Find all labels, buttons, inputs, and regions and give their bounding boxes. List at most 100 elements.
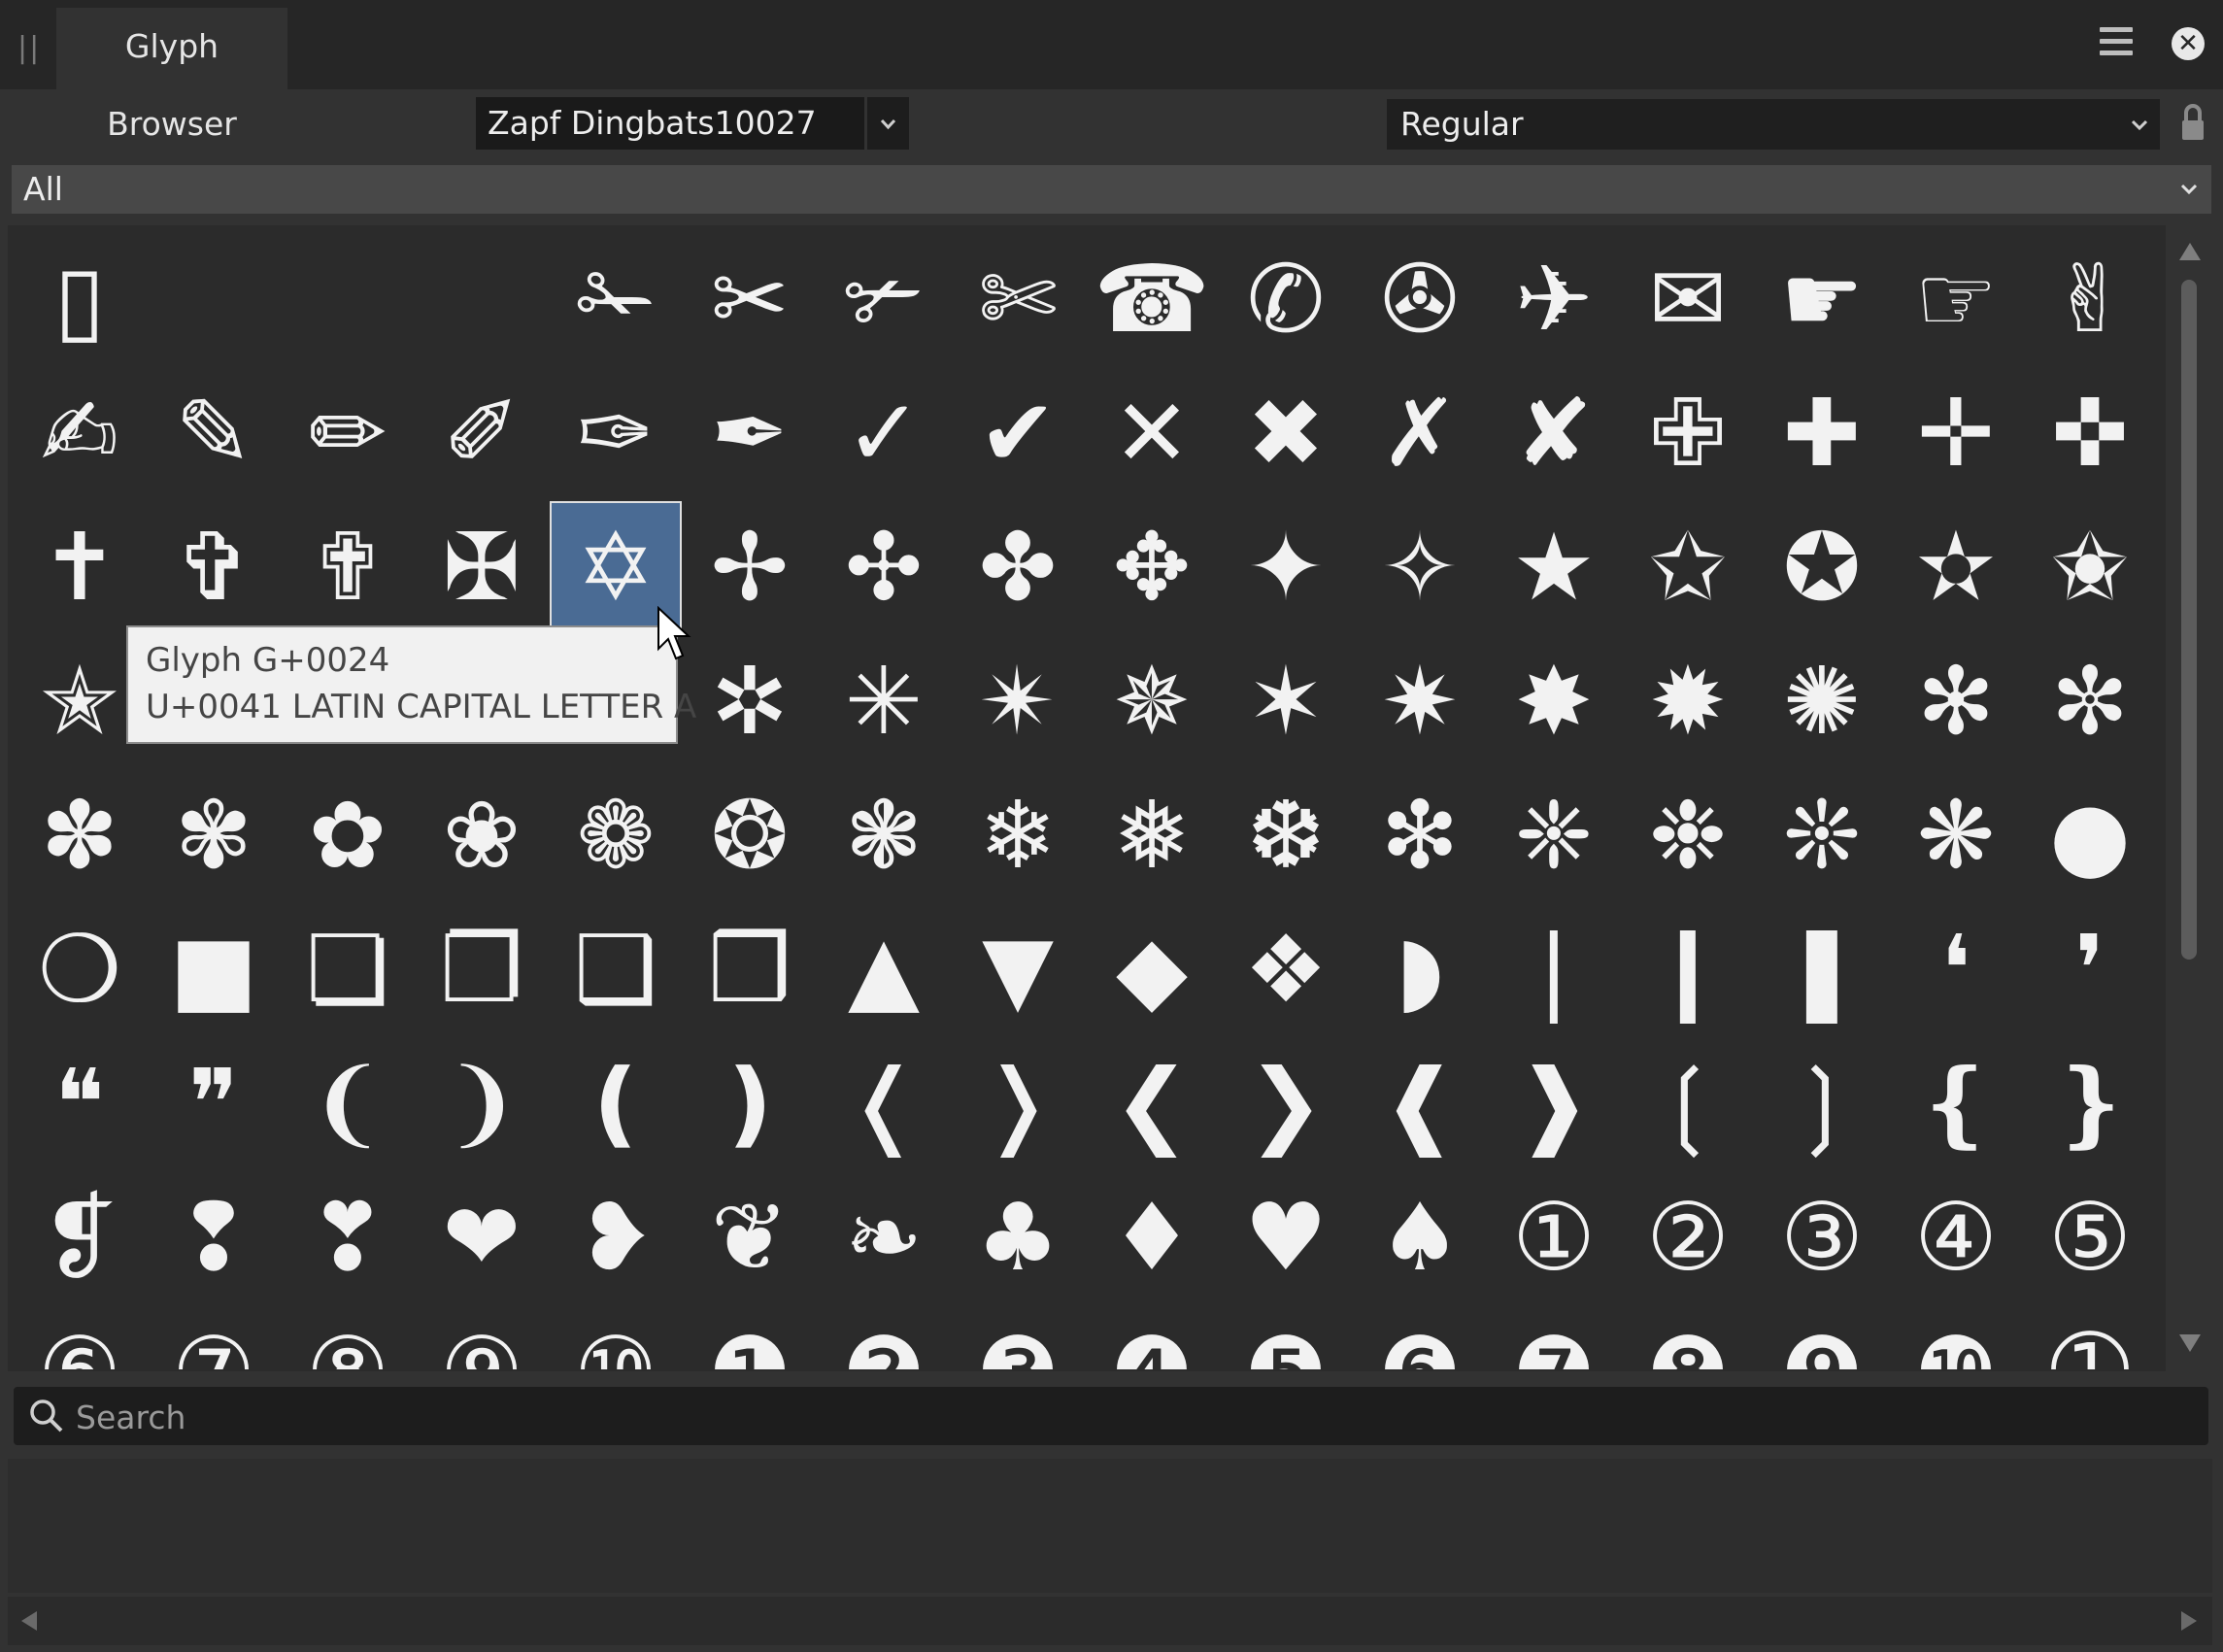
glyph-cell[interactable]: ❨ (282, 1037, 414, 1169)
glyph-cell[interactable]: ✷ (1354, 635, 1486, 767)
glyph-cell[interactable]: ♣ (952, 1171, 1084, 1303)
glyph-cell[interactable]: ✇ (1354, 233, 1486, 365)
glyph-cell[interactable]: ❒ (684, 903, 816, 1035)
chevron-down-icon[interactable] (867, 97, 909, 150)
glyph-cell[interactable]: ✎ (148, 367, 280, 499)
glyph-cell[interactable]: ❼ (1488, 1305, 1620, 1369)
chevron-down-icon[interactable] (2170, 165, 2208, 214)
glyph-cell[interactable]: ✹ (1622, 635, 1754, 767)
glyph-cell[interactable]: ✘ (1488, 367, 1620, 499)
glyph-cell[interactable]: ✈ (1488, 233, 1620, 365)
glyph-cell[interactable]: ▼ (952, 903, 1084, 1035)
glyph-cell[interactable]: ✌ (2024, 233, 2156, 365)
glyph-cell[interactable]: ✦ (1220, 501, 1352, 633)
glyph-cell[interactable]: ✽ (14, 769, 146, 901)
glyph-cell[interactable]: ☞ (1890, 233, 2022, 365)
glyph-cell[interactable]: ◆ (1086, 903, 1218, 1035)
glyph-cell[interactable]: ❷ (818, 1305, 950, 1369)
glyph-cell[interactable]: ✏ (282, 367, 414, 499)
horizontal-scrollbar[interactable] (8, 1597, 2212, 1645)
glyph-cell[interactable]: ❇ (1354, 769, 1486, 901)
glyph-cell[interactable]: ⑨ (416, 1305, 548, 1369)
glyph-cell[interactable]: ❱ (1488, 1037, 1620, 1169)
glyph-cell[interactable]: ✴ (952, 635, 1084, 767)
close-icon[interactable]: ✕ (2172, 27, 2205, 60)
glyph-cell[interactable]: ❮ (1086, 1037, 1218, 1169)
glyph-cell[interactable]: ✝ (14, 501, 146, 633)
glyph-cell[interactable]: ■ (148, 903, 280, 1035)
glyph-cell[interactable]: ▯ (14, 233, 146, 365)
glyph-cell[interactable]: ❬ (818, 1037, 950, 1169)
glyph-cell[interactable]: ❣ (282, 1171, 414, 1303)
glyph-cell[interactable]: ✶ (1220, 635, 1352, 767)
glyph-cell[interactable]: ▲ (818, 903, 950, 1035)
glyph-cell[interactable]: ❁ (550, 769, 682, 901)
glyph-cell[interactable]: ✓ (818, 367, 950, 499)
glyph-cell[interactable]: ❆ (1220, 769, 1352, 901)
chevron-down-icon[interactable] (2122, 99, 2157, 150)
glyph-cell[interactable]: ❻ (1354, 1305, 1486, 1369)
glyph-cell[interactable]: ❚ (1756, 903, 1888, 1035)
glyph-cell[interactable]: ✑ (550, 367, 682, 499)
glyph-cell[interactable]: ④ (1890, 1171, 2022, 1303)
glyph-cell[interactable]: ❙ (1622, 903, 1754, 1035)
glyph-cell[interactable]: ✠ (416, 501, 548, 633)
glyph-cell[interactable]: ✒ (684, 367, 816, 499)
search-input[interactable] (74, 1387, 2195, 1447)
glyph-cell[interactable]: ❄ (952, 769, 1084, 901)
glyph-cell[interactable]: ✗ (1354, 367, 1486, 499)
glyph-cell[interactable]: ❑ (550, 903, 682, 1035)
glyph-cell[interactable]: ❰ (1354, 1037, 1486, 1169)
glyph-cell[interactable]: ♦ (1086, 1171, 1218, 1303)
hamburger-menu-icon[interactable] (2100, 27, 2133, 58)
glyph-cell[interactable]: ✖ (1220, 367, 1352, 499)
glyph-cell[interactable]: ✪ (1756, 501, 1888, 633)
glyph-cell[interactable]: ✟ (282, 501, 414, 633)
glyph-cell[interactable]: ❳ (1756, 1037, 1888, 1169)
glyph-cell[interactable]: ✥ (1086, 501, 1218, 633)
tab-glyph-browser[interactable]: Glyph Browser (56, 8, 287, 143)
glyph-cell[interactable]: ✼ (2024, 635, 2156, 767)
scroll-left-icon[interactable] (21, 1611, 37, 1631)
glyph-cell[interactable]: ❅ (1086, 769, 1218, 901)
glyph-cell[interactable]: ❲ (1622, 1037, 1754, 1169)
glyph-cell[interactable]: ☎ (1086, 233, 1218, 365)
glyph-cell[interactable]: ✣ (818, 501, 950, 633)
glyph-cell[interactable]: ❈ (1488, 769, 1620, 901)
font-style-select[interactable]: Regular (1387, 99, 2160, 150)
drag-grip-icon[interactable]: || (17, 31, 41, 65)
glyph-cell[interactable]: ① (1488, 1171, 1620, 1303)
glyph-cell[interactable]: ✜ (2024, 367, 2156, 499)
glyph-cell[interactable]: ✚ (1756, 367, 1888, 499)
glyph-cell[interactable]: ❴ (1890, 1037, 2022, 1169)
glyph-cell[interactable]: ❶ (684, 1305, 816, 1369)
glyph-cell[interactable]: ❏ (282, 903, 414, 1035)
scroll-down-icon[interactable] (2179, 1334, 2201, 1352)
glyph-cell[interactable]: ③ (1756, 1171, 1888, 1303)
glyph-cell[interactable]: ✐ (416, 367, 548, 499)
glyph-cell[interactable]: ✍ (14, 367, 146, 499)
glyph-cell[interactable]: ❃ (818, 769, 950, 901)
glyph-cell[interactable]: ☛ (1756, 233, 1888, 365)
scroll-up-icon[interactable] (2179, 243, 2201, 260)
glyph-cell[interactable]: ◗ (1354, 903, 1486, 1035)
glyph-cell[interactable]: ❫ (684, 1037, 816, 1169)
glyph-cell[interactable]: ✆ (1220, 233, 1352, 365)
glyph-cell[interactable]: ❞ (148, 1037, 280, 1169)
font-family-select[interactable]: Zapf Dingbats10027 (476, 97, 864, 150)
glyph-cell[interactable]: ❸ (952, 1305, 1084, 1369)
glyph-cell[interactable]: ❊ (1756, 769, 1888, 901)
glyph-cell[interactable]: ✢ (684, 501, 816, 633)
glyph-cell[interactable]: ✃ (818, 233, 950, 365)
glyph-cell[interactable]: ❛ (1890, 903, 2022, 1035)
glyph-cell[interactable]: ⑧ (282, 1305, 414, 1369)
glyph-cell[interactable]: ② (1622, 1171, 1754, 1303)
scroll-right-icon[interactable] (2181, 1611, 2197, 1631)
glyph-cell[interactable]: ✺ (1756, 635, 1888, 767)
glyph-cell[interactable]: ✤ (952, 501, 1084, 633)
glyph-cell[interactable]: ❯ (1220, 1037, 1352, 1169)
glyph-cell[interactable]: ❤ (416, 1171, 548, 1303)
glyph-cell[interactable]: ❹ (1086, 1305, 1218, 1369)
glyph-cell[interactable]: ❥ (550, 1171, 682, 1303)
glyph-cell[interactable]: ✲ (684, 635, 816, 767)
